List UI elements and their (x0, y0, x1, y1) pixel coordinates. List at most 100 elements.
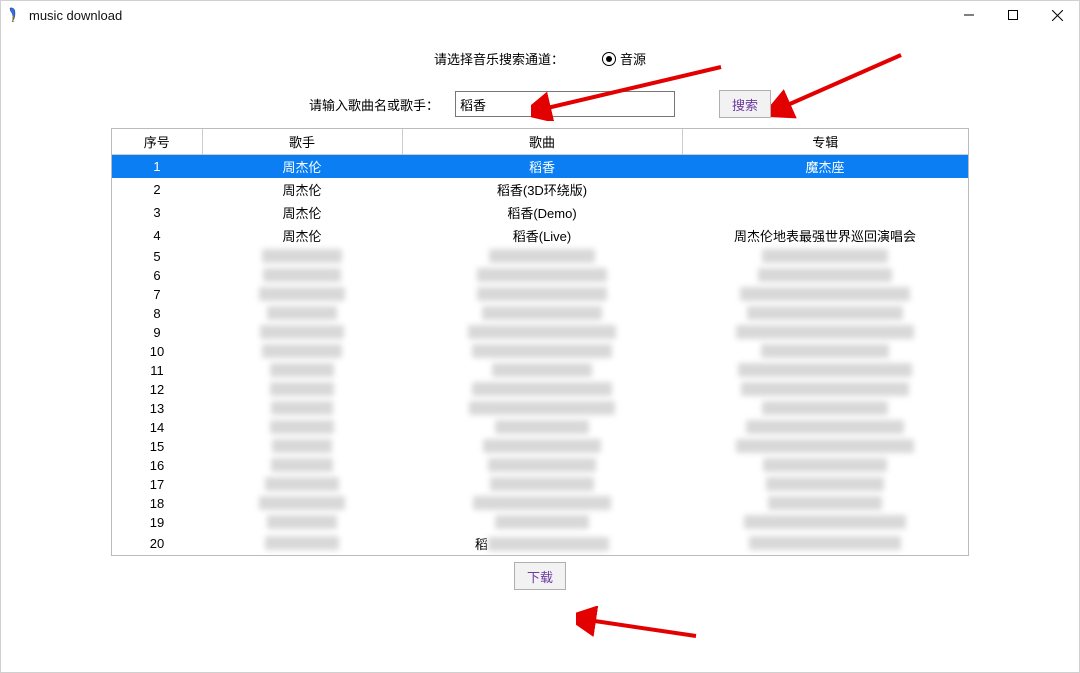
search-label: 请输入歌曲名或歌手： (309, 95, 439, 114)
download-button[interactable]: 下载 (514, 562, 566, 590)
cell-album (682, 342, 968, 361)
table-row[interactable]: 3周杰伦稻香(Demo) (112, 201, 968, 224)
search-button[interactable]: 搜索 (719, 90, 771, 118)
cell-index: 15 (112, 437, 202, 456)
search-row: 请输入歌曲名或歌手： 搜索 (111, 90, 969, 118)
cell-artist (202, 494, 402, 513)
header-artist[interactable]: 歌手 (202, 129, 402, 155)
table-row[interactable]: 2周杰伦稻香(3D环绕版) (112, 178, 968, 201)
cell-artist (202, 323, 402, 342)
table-row[interactable]: 14 (112, 418, 968, 437)
results-table: 序号 歌手 歌曲 专辑 1周杰伦稻香魔杰座2周杰伦稻香(3D环绕版)3周杰伦稻香… (111, 128, 969, 556)
cell-index: 6 (112, 266, 202, 285)
channel-radio[interactable] (602, 52, 616, 66)
cell-index: 4 (112, 224, 202, 247)
cell-song (402, 437, 682, 456)
cell-artist (202, 532, 402, 555)
header-index[interactable]: 序号 (112, 129, 202, 155)
cell-artist: 周杰伦 (202, 224, 402, 247)
close-button[interactable] (1035, 1, 1079, 29)
header-song[interactable]: 歌曲 (402, 129, 682, 155)
table-row[interactable]: 19 (112, 513, 968, 532)
cell-index: 1 (112, 155, 202, 179)
cell-index: 2 (112, 178, 202, 201)
cell-index: 11 (112, 361, 202, 380)
cell-album (682, 418, 968, 437)
cell-index: 14 (112, 418, 202, 437)
table-row[interactable]: 6 (112, 266, 968, 285)
cell-song (402, 418, 682, 437)
cell-artist (202, 285, 402, 304)
cell-album: 周杰伦地表最强世界巡回演唱会 (682, 224, 968, 247)
cell-album (682, 532, 968, 555)
cell-song: 稻 (402, 532, 682, 555)
table-row[interactable]: 15 (112, 437, 968, 456)
cell-index: 5 (112, 247, 202, 266)
cell-song (402, 456, 682, 475)
table-row[interactable]: 11 (112, 361, 968, 380)
table-row[interactable]: 4周杰伦稻香(Live)周杰伦地表最强世界巡回演唱会 (112, 224, 968, 247)
cell-index: 20 (112, 532, 202, 555)
cell-song (402, 399, 682, 418)
cell-song (402, 361, 682, 380)
cell-artist (202, 304, 402, 323)
cell-index: 13 (112, 399, 202, 418)
cell-song (402, 475, 682, 494)
cell-album (682, 475, 968, 494)
cell-song (402, 304, 682, 323)
cell-album (682, 323, 968, 342)
table-row[interactable]: 1周杰伦稻香魔杰座 (112, 155, 968, 179)
cell-artist: 周杰伦 (202, 155, 402, 179)
cell-index: 16 (112, 456, 202, 475)
channel-option-label: 音源 (620, 49, 646, 68)
table-row[interactable]: 16 (112, 456, 968, 475)
cell-artist (202, 342, 402, 361)
minimize-button[interactable] (947, 1, 991, 29)
cell-song: 稻香(3D环绕版) (402, 178, 682, 201)
header-album[interactable]: 专辑 (682, 129, 968, 155)
table-row[interactable]: 5 (112, 247, 968, 266)
cell-artist (202, 475, 402, 494)
table-row[interactable]: 12 (112, 380, 968, 399)
application-window: music download 请选择音乐搜索通道： 音源 请输入歌曲名或歌手： … (0, 0, 1080, 673)
cell-album (682, 513, 968, 532)
table-row[interactable]: 13 (112, 399, 968, 418)
cell-song (402, 342, 682, 361)
table-row[interactable]: 8 (112, 304, 968, 323)
cell-index: 12 (112, 380, 202, 399)
cell-song (402, 285, 682, 304)
cell-artist (202, 399, 402, 418)
cell-index: 7 (112, 285, 202, 304)
cell-song (402, 494, 682, 513)
cell-song (402, 323, 682, 342)
cell-artist (202, 361, 402, 380)
cell-album (682, 266, 968, 285)
channel-label: 请选择音乐搜索通道： (434, 49, 564, 68)
cell-song: 稻香(Demo) (402, 201, 682, 224)
maximize-button[interactable] (991, 1, 1035, 29)
cell-artist (202, 437, 402, 456)
table-header-row: 序号 歌手 歌曲 专辑 (112, 129, 968, 155)
cell-artist (202, 513, 402, 532)
table-row[interactable]: 20 稻 (112, 532, 968, 555)
cell-song (402, 380, 682, 399)
cell-album (682, 380, 968, 399)
cell-index: 17 (112, 475, 202, 494)
table-row[interactable]: 10 (112, 342, 968, 361)
cell-album (682, 285, 968, 304)
table-row[interactable]: 18 (112, 494, 968, 513)
table-row[interactable]: 17 (112, 475, 968, 494)
table-row[interactable]: 9 (112, 323, 968, 342)
table-row[interactable]: 7 (112, 285, 968, 304)
cell-album (682, 456, 968, 475)
cell-album: 魔杰座 (682, 155, 968, 179)
footer-row: 下载 (111, 562, 969, 590)
cell-song: 稻香(Live) (402, 224, 682, 247)
search-input[interactable] (455, 91, 675, 117)
cell-index: 9 (112, 323, 202, 342)
cell-album (682, 399, 968, 418)
cell-album (682, 178, 968, 201)
annotation-arrow-download (576, 606, 706, 646)
cell-index: 18 (112, 494, 202, 513)
cell-album (682, 437, 968, 456)
